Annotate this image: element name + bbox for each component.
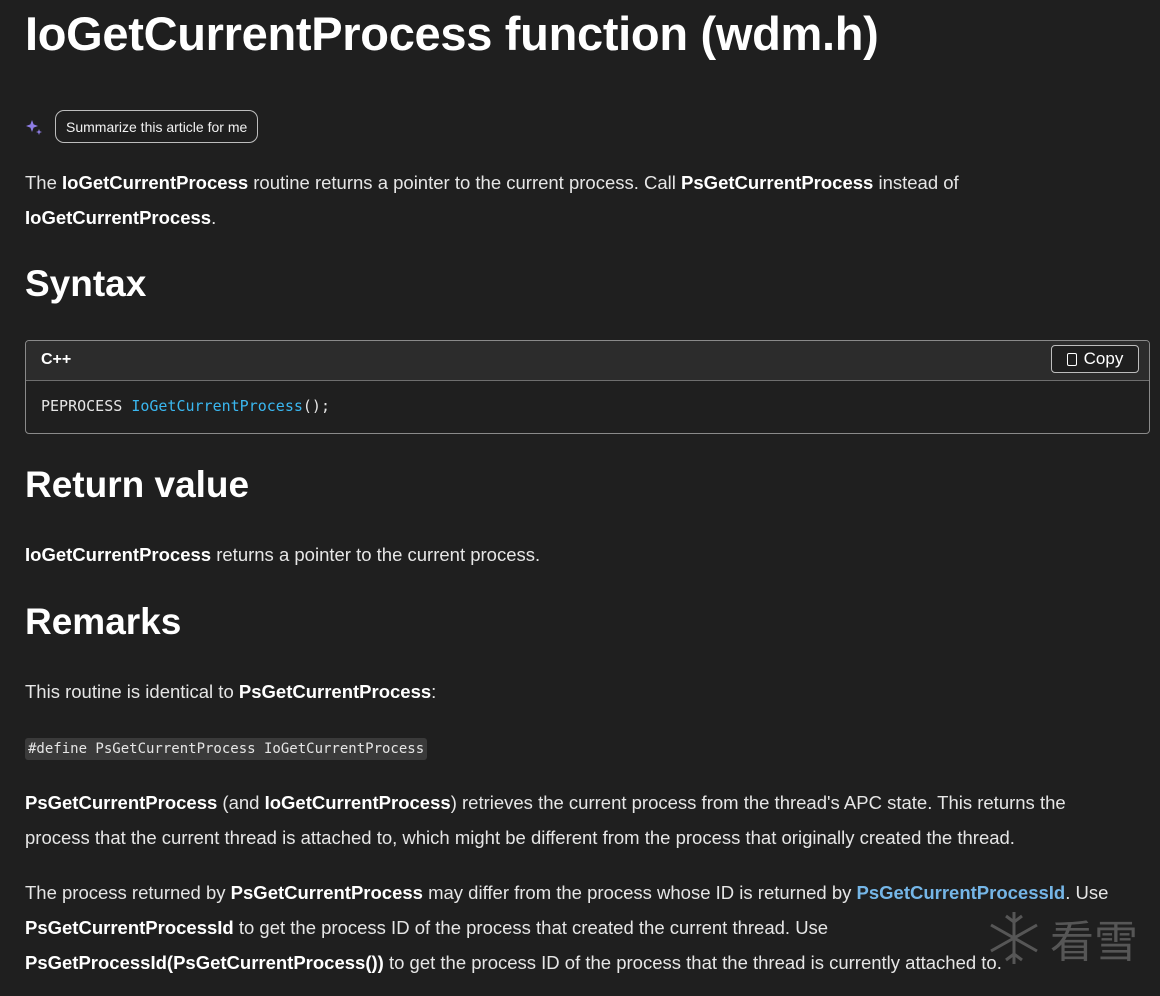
intro-paragraph: The IoGetCurrentProcess routine returns … xyxy=(25,172,959,228)
snowflake-icon xyxy=(990,912,1038,964)
syntax-code-block: C++ Copy PEPROCESS IoGetCurrentProcess()… xyxy=(25,340,1150,434)
remarks-heading: Remarks xyxy=(25,601,182,642)
copy-button[interactable]: Copy xyxy=(1051,345,1139,373)
watermark-text: 看雪 xyxy=(1050,917,1138,968)
summarize-button[interactable]: Summarize this article for me xyxy=(55,110,259,143)
sparkle-icon xyxy=(26,119,42,135)
return-value-paragraph: IoGetCurrentProcess returns a pointer to… xyxy=(25,544,541,565)
syntax-heading: Syntax xyxy=(25,263,147,304)
remarks-paragraph-2: PsGetCurrentProcess (and IoGetCurrentPro… xyxy=(25,792,1066,848)
return-value-heading: Return value xyxy=(25,464,250,505)
copy-label: Copy xyxy=(1083,349,1124,368)
remarks-paragraph-1: This routine is identical to PsGetCurren… xyxy=(25,681,437,702)
psgetcurrentprocessid-link[interactable]: PsGetCurrentProcessId xyxy=(857,882,1066,903)
watermark: 看雪 xyxy=(984,906,1138,970)
copy-icon xyxy=(1066,352,1077,366)
code-block-header: C++ Copy xyxy=(26,341,1149,381)
code-line: PEPROCESS IoGetCurrentProcess(); xyxy=(41,397,330,415)
summarize-row: Summarize this article for me xyxy=(25,110,259,143)
code-language-label: C++ xyxy=(41,351,72,368)
page-title: IoGetCurrentProcess function (wdm.h) xyxy=(25,7,879,60)
define-inline-code: #define PsGetCurrentProcess IoGetCurrent… xyxy=(25,738,428,760)
